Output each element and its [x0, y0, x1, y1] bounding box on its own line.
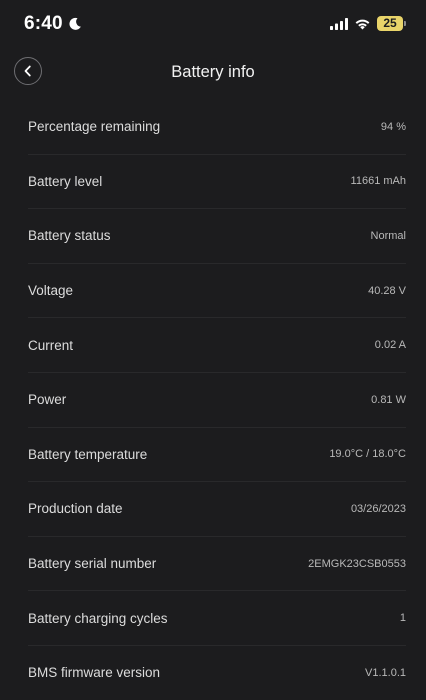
row-label: Battery status — [28, 228, 111, 244]
status-bar: 6:40 25 — [0, 0, 426, 50]
row-value: 94 % — [380, 120, 406, 133]
row-battery-temperature: Battery temperature 19.0°C / 18.0°C — [28, 428, 406, 483]
row-label: Battery level — [28, 173, 103, 189]
status-icons: 25 — [330, 16, 406, 31]
row-value: 0.02 A — [374, 339, 406, 352]
row-label: Power — [28, 392, 67, 408]
row-value: 03/26/2023 — [350, 502, 406, 515]
row-value: 0.81 W — [371, 393, 406, 406]
row-label: Production date — [28, 501, 123, 517]
row-value: Normal — [370, 229, 406, 242]
row-label: Current — [28, 337, 74, 353]
status-time-text: 6:40 — [24, 13, 63, 34]
row-label: Battery temperature — [28, 446, 148, 462]
row-production-date: Production date 03/26/2023 — [28, 482, 406, 537]
row-value: 11661 mAh — [350, 175, 406, 188]
row-value: 1 — [399, 612, 406, 625]
row-value: 19.0°C / 18.0°C — [329, 448, 406, 461]
header: Battery info — [0, 52, 426, 94]
row-value: 2EMGK23CSB0553 — [308, 557, 406, 570]
battery-info-list: Percentage remaining 94 % Battery level … — [0, 100, 426, 700]
battery-tip — [404, 21, 406, 26]
battery-icon: 25 — [377, 16, 406, 31]
row-label: Battery serial number — [28, 556, 157, 572]
page-title: Battery info — [171, 63, 255, 81]
row-label: Percentage remaining — [28, 119, 161, 135]
row-value: 40.28 V — [368, 284, 406, 297]
moon-icon — [69, 17, 81, 30]
row-value: V1.1.0.1 — [365, 666, 406, 679]
row-power: Power 0.81 W — [28, 373, 406, 428]
row-battery-charging-cycles: Battery charging cycles 1 — [28, 591, 406, 646]
row-percentage-remaining: Percentage remaining 94 % — [28, 100, 406, 155]
row-bms-firmware-version: BMS firmware version V1.1.0.1 — [28, 646, 406, 700]
row-label: Battery charging cycles — [28, 610, 168, 626]
row-label: Voltage — [28, 283, 74, 299]
row-label: BMS firmware version — [28, 665, 161, 681]
row-battery-status: Battery status Normal — [28, 209, 406, 264]
status-time: 6:40 — [24, 13, 82, 35]
cellular-signal-icon — [330, 17, 348, 30]
wifi-icon — [355, 19, 370, 29]
row-battery-serial-number: Battery serial number 2EMGK23CSB0553 — [28, 537, 406, 592]
battery-level-text: 25 — [377, 16, 403, 31]
row-battery-level: Battery level 11661 mAh — [28, 155, 406, 210]
row-voltage: Voltage 40.28 V — [28, 264, 406, 319]
row-current: Current 0.02 A — [28, 318, 406, 373]
